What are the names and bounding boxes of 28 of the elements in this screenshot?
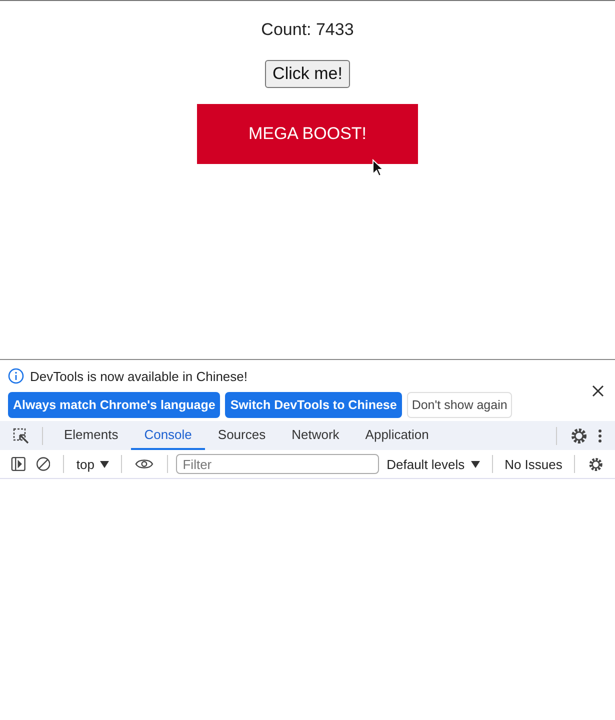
devtools-tab[interactable]: Console (131, 421, 205, 450)
settings-icon[interactable] (570, 426, 588, 444)
eye-icon[interactable] (135, 458, 154, 470)
caret-icon (470, 460, 480, 468)
devtools-tab[interactable]: Elements (51, 421, 132, 450)
banner-button[interactable]: Don't show again (406, 392, 512, 418)
clear-icon[interactable] (36, 456, 50, 472)
levels-dropdown[interactable]: Default levels (382, 456, 484, 472)
banner-button[interactable]: Switch DevTools to Chinese (225, 392, 402, 418)
settings-icon[interactable] (588, 456, 604, 472)
boost-button[interactable]: MEGA BOOST! (197, 104, 418, 164)
banner-button[interactable]: Always match Chrome's language (8, 392, 220, 418)
devtools-tab[interactable]: Network (278, 421, 352, 450)
caret-icon (100, 460, 110, 468)
devtools-tab[interactable]: Application (352, 421, 442, 450)
devtools-tab[interactable]: Sources (204, 421, 279, 450)
filter-field[interactable]: Filter (176, 454, 379, 474)
context-dropdown[interactable]: top (72, 456, 114, 472)
count-text: Count: 7433 (261, 20, 354, 40)
banner-message: DevTools is now available in Chinese! (30, 368, 248, 384)
issues-button[interactable]: No Issues (500, 456, 566, 472)
close-icon[interactable] (592, 385, 604, 397)
inspect-icon[interactable] (13, 428, 29, 444)
sidebar-icon[interactable] (11, 456, 26, 472)
more-icon[interactable] (598, 428, 602, 442)
click-button[interactable]: Click me! (264, 60, 350, 88)
info-icon (8, 368, 24, 384)
cursor-icon (372, 159, 384, 177)
